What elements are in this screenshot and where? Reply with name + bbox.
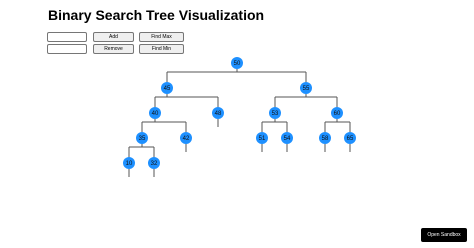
- tree-node-42: 42: [180, 132, 192, 144]
- tree-node-50: 50: [231, 57, 243, 69]
- tree-node-label: 32: [151, 161, 158, 167]
- tree-node-label: 40: [152, 111, 159, 117]
- tree-node-label: 65: [347, 136, 354, 142]
- tree-node-51: 51: [256, 132, 268, 144]
- tree-node-label: 45: [164, 86, 171, 92]
- tree-node-label: 50: [234, 61, 241, 67]
- tree-node-65: 65: [344, 132, 356, 144]
- tree-node-40: 40: [149, 107, 161, 119]
- tree-node-label: 60: [334, 111, 341, 117]
- tree-node-label: 53: [272, 111, 279, 117]
- tree-node-label: 10: [126, 161, 133, 167]
- tree-node-label: 58: [322, 136, 329, 142]
- tree-node-60: 60: [331, 107, 343, 119]
- tree-node-58: 58: [319, 132, 331, 144]
- tree-node-45: 45: [161, 82, 173, 94]
- tree-node-32: 32: [148, 157, 160, 169]
- tree-node-label: 35: [139, 136, 146, 142]
- tree-node-35: 35: [136, 132, 148, 144]
- tree-node-55: 55: [300, 82, 312, 94]
- tree-node-53: 53: [269, 107, 281, 119]
- tree-node-label: 54: [284, 136, 291, 142]
- tree-node-label: 51: [259, 136, 266, 142]
- tree-node-10: 10: [123, 157, 135, 169]
- bst-tree-canvas: 50 45 55 40 48 53 60 35 42 51 54 58 65 10 32: [123, 57, 356, 177]
- tree-nodes: 50 45 55 40 48 53 60 35 42 51 54 58 65 10 32: [123, 57, 356, 169]
- tree-node-label: 42: [183, 136, 190, 142]
- open-sandbox-button[interactable]: Open Sandbox: [421, 228, 467, 242]
- tree-node-label: 55: [303, 86, 310, 92]
- tree-node-54: 54: [281, 132, 293, 144]
- tree-node-label: 48: [215, 111, 222, 117]
- tree-node-48: 48: [212, 107, 224, 119]
